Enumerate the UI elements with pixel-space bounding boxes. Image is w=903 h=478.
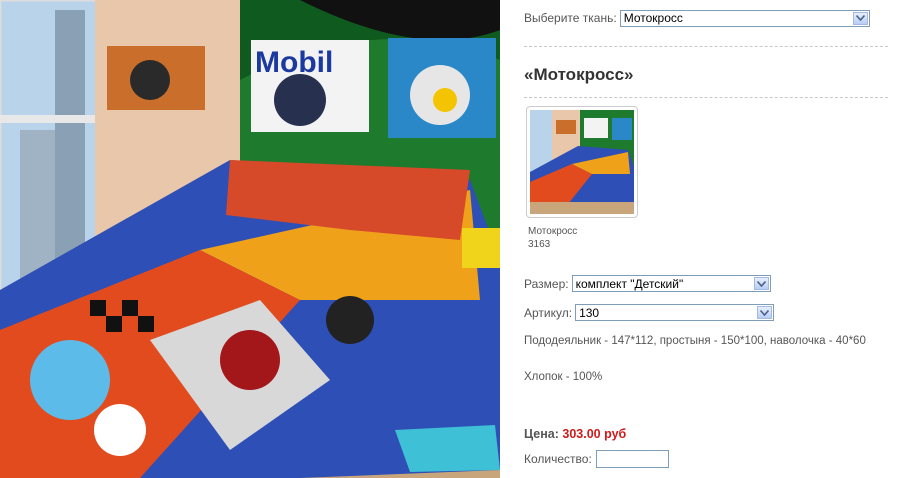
price-value: 303.00 руб	[562, 427, 627, 441]
article-label: Артикул:	[524, 305, 573, 320]
divider	[524, 46, 888, 47]
product-material: Хлопок - 100%	[524, 371, 603, 383]
quantity-row: Количество:	[524, 450, 669, 468]
thumbnail-code: 3163	[528, 239, 551, 250]
quantity-label: Количество:	[524, 452, 592, 466]
poster-mobil-text: Mobil	[255, 46, 333, 79]
quantity-input[interactable]	[595, 450, 669, 468]
product-title: «Мотокросс»	[524, 65, 634, 84]
size-select-value: комплект "Детский"	[575, 276, 684, 291]
thumbnail-caption: Мотокросс 3163	[528, 225, 577, 251]
fabric-select[interactable]: Мотокросс	[619, 9, 870, 27]
chevron-down-icon[interactable]	[852, 11, 868, 25]
price-label: Цена:	[524, 427, 559, 441]
size-select[interactable]: комплект "Детский"	[571, 275, 771, 292]
product-dimensions: Пододеяльник - 147*112, простыня - 150*1…	[524, 335, 866, 347]
chevron-down-icon[interactable]	[757, 306, 773, 319]
size-row: Размер: комплект "Детский"	[524, 275, 771, 292]
article-row: Артикул: 130	[524, 304, 775, 321]
product-photo: Mobil	[0, 0, 500, 478]
article-select[interactable]: 130	[575, 304, 775, 321]
product-thumbnail[interactable]	[526, 106, 638, 218]
thumbnail-name: Мотокросс	[528, 226, 578, 237]
fabric-label: Выберите ткань:	[524, 11, 617, 25]
price: Цена: 303.00 руб	[524, 427, 626, 441]
fabric-select-value: Мотокросс	[623, 11, 683, 25]
fabric-row: Выберите ткань: Мотокросс	[524, 9, 870, 27]
size-label: Размер:	[524, 276, 569, 291]
divider	[524, 97, 888, 98]
chevron-down-icon[interactable]	[753, 277, 769, 290]
product-panel: Выберите ткань: Мотокросс «Мотокросс» Мо…	[524, 0, 903, 478]
article-select-value: 130	[579, 305, 600, 320]
